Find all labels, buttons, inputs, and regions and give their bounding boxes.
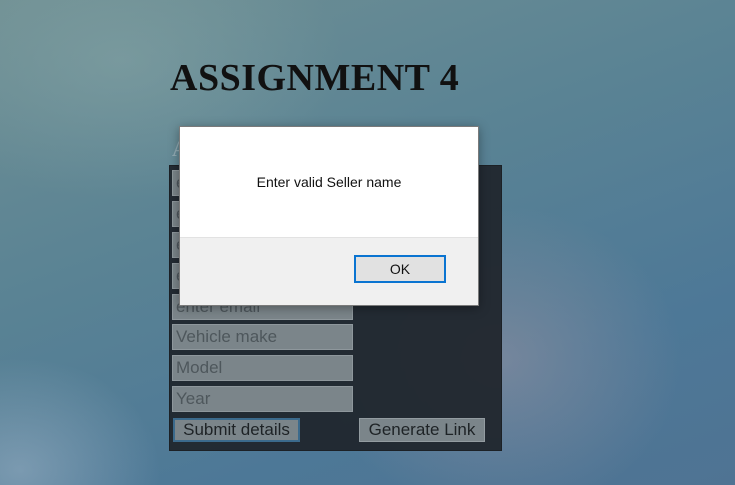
alert-footer: OK <box>180 237 478 305</box>
ok-button[interactable]: OK <box>354 255 446 283</box>
alert-dialog: Enter valid Seller name OK <box>179 126 479 306</box>
alert-message: Enter valid Seller name <box>256 174 402 190</box>
generate-link-button[interactable]: Generate Link <box>359 418 485 442</box>
model-field[interactable]: Model <box>172 355 353 381</box>
year-field[interactable]: Year <box>172 386 353 412</box>
vehicle-make-field[interactable]: Vehicle make <box>172 324 353 350</box>
page-title: ASSIGNMENT 4 <box>170 57 460 99</box>
submit-details-button[interactable]: Submit details <box>173 418 300 442</box>
